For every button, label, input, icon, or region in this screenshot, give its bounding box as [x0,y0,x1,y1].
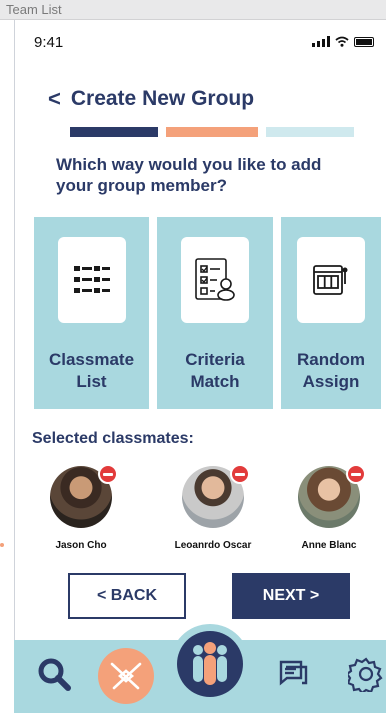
option-icon-box [181,237,249,323]
search-icon [38,658,71,691]
handshake-icon [110,662,142,690]
tab-group[interactable] [170,624,250,704]
decorative-dot [0,543,4,547]
add-method-options: Classmate List Criteria Match Random Ass… [34,217,381,409]
chat-icon [279,660,308,686]
wifi-icon [335,36,349,47]
member-name: Leoanrdo Oscar [174,540,252,551]
avatar [50,464,118,528]
question-text: Which way would you like to add your gro… [56,155,322,195]
status-icons [312,36,374,47]
option-label: Random Assign [297,350,365,391]
selected-classmates-heading: Selected classmates: [32,430,194,447]
option-classmate-list[interactable]: Classmate List [34,217,149,409]
remove-member-button[interactable] [346,464,366,484]
remove-member-button[interactable] [98,464,118,484]
member-card: Jason Cho [26,464,136,551]
window-title: Team List [0,0,386,20]
back-chevron-icon[interactable]: < [48,86,61,112]
avatar [182,464,250,528]
slot-machine-icon [313,265,348,295]
back-button[interactable]: < BACK [68,573,186,619]
option-label: Classmate List [48,350,135,391]
progress-step-3 [266,127,354,137]
option-criteria-match[interactable]: Criteria Match [157,217,273,409]
avatar [298,464,366,528]
bottom-tab-bar [14,624,386,713]
page-header: < Create New Group [48,86,254,112]
member-name: Jason Cho [55,540,107,551]
battery-icon [354,36,374,47]
tab-search[interactable] [32,652,76,696]
tab-settings[interactable] [344,652,386,696]
signal-icon [312,36,330,47]
status-time: 9:41 [34,34,64,51]
member-card: Anne Blanc [274,464,384,551]
checklist-icon [195,258,235,301]
tab-group-button [177,631,243,697]
option-icon-box [297,237,365,323]
page-title: Create New Group [70,87,255,110]
gear-icon [348,657,383,692]
option-random-assign[interactable]: Random Assign [281,217,381,409]
option-icon-box [57,237,126,323]
group-icon [193,642,227,685]
remove-member-button[interactable] [230,464,250,484]
tab-chat[interactable] [272,652,316,696]
selected-members: Jason Cho Leoanrdo Oscar Anne Blanc [40,464,386,556]
option-label: Criteria Match [185,350,245,391]
member-card: Leoanrdo Oscar [158,464,268,551]
list-icon [73,266,110,293]
member-name: Anne Blanc [301,540,357,551]
progress-step-2 [166,127,258,137]
progress-step-1 [70,127,158,137]
tab-teams[interactable] [98,648,154,704]
step-progress [70,127,354,137]
next-button[interactable]: NEXT > [232,573,350,619]
